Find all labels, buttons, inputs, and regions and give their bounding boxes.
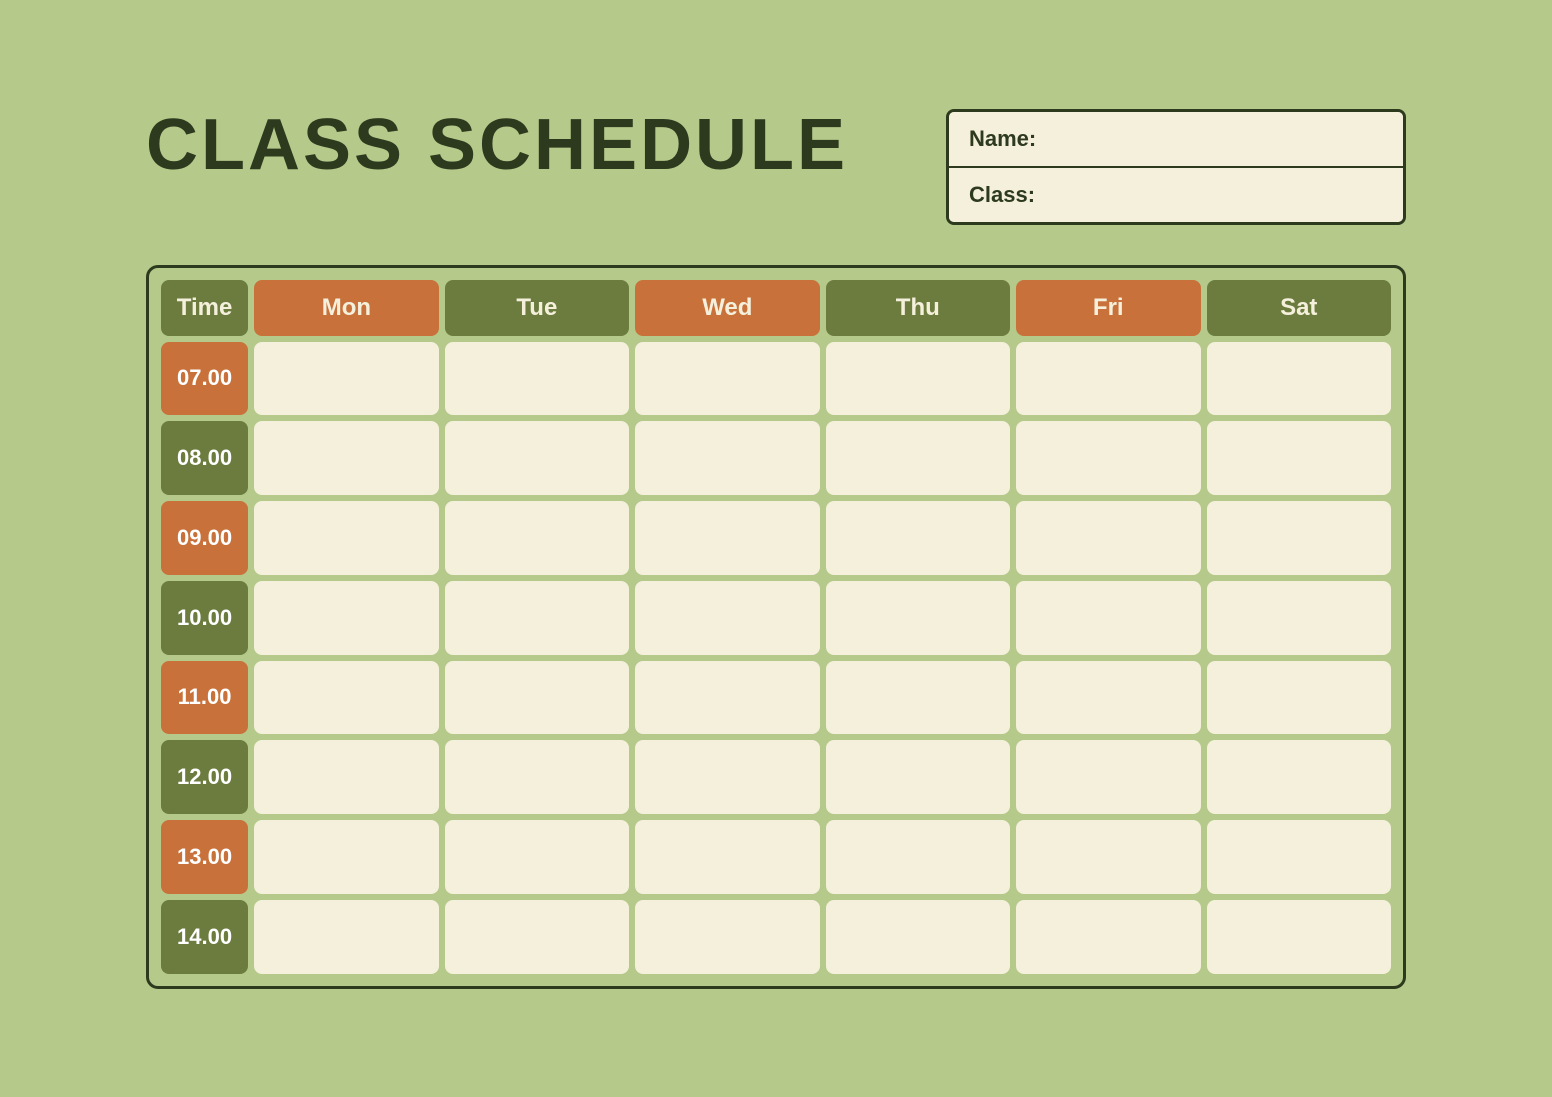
cell-wed-0800[interactable] (635, 421, 819, 495)
cell-tue-0900[interactable] (445, 501, 629, 575)
header-row: Time Mon Tue Wed Thu Fri Sat (161, 280, 1391, 336)
cell-thu-0700[interactable] (826, 342, 1010, 416)
table-row: 12.00 (161, 740, 1391, 814)
cell-sat-1400[interactable] (1207, 900, 1392, 974)
cell-tue-1400[interactable] (445, 900, 629, 974)
table-row: 07.00 (161, 342, 1391, 416)
time-1300: 13.00 (161, 820, 248, 894)
cell-wed-1000[interactable] (635, 581, 819, 655)
table-row: 14.00 (161, 900, 1391, 974)
cell-wed-1100[interactable] (635, 661, 819, 735)
cell-fri-1100[interactable] (1016, 661, 1200, 735)
col-fri: Fri (1016, 280, 1200, 336)
cell-sat-0900[interactable] (1207, 501, 1392, 575)
cell-fri-1200[interactable] (1016, 740, 1200, 814)
time-1100: 11.00 (161, 661, 248, 735)
cell-fri-1400[interactable] (1016, 900, 1200, 974)
time-1400: 14.00 (161, 900, 248, 974)
cell-fri-1300[interactable] (1016, 820, 1200, 894)
table-row: 10.00 (161, 581, 1391, 655)
schedule-container: Time Mon Tue Wed Thu Fri Sat 07.00 (146, 265, 1406, 989)
col-wed: Wed (635, 280, 819, 336)
cell-tue-1000[interactable] (445, 581, 629, 655)
cell-fri-0800[interactable] (1016, 421, 1200, 495)
time-0800: 08.00 (161, 421, 248, 495)
page: CLASS SCHEDULE Name: Class: Time Mon Tue… (86, 69, 1466, 1029)
cell-wed-0700[interactable] (635, 342, 819, 416)
table-row: 09.00 (161, 501, 1391, 575)
info-box: Name: Class: (946, 109, 1406, 225)
cell-tue-1100[interactable] (445, 661, 629, 735)
cell-mon-1100[interactable] (254, 661, 438, 735)
cell-thu-1300[interactable] (826, 820, 1010, 894)
header: CLASS SCHEDULE Name: Class: (146, 109, 1406, 225)
time-0700: 07.00 (161, 342, 248, 416)
col-tue: Tue (445, 280, 629, 336)
table-row: 13.00 (161, 820, 1391, 894)
time-1200: 12.00 (161, 740, 248, 814)
cell-thu-1400[interactable] (826, 900, 1010, 974)
cell-fri-0700[interactable] (1016, 342, 1200, 416)
cell-thu-1100[interactable] (826, 661, 1010, 735)
cell-sat-1000[interactable] (1207, 581, 1392, 655)
cell-sat-1300[interactable] (1207, 820, 1392, 894)
time-0900: 09.00 (161, 501, 248, 575)
cell-tue-0700[interactable] (445, 342, 629, 416)
cell-wed-1200[interactable] (635, 740, 819, 814)
cell-mon-1300[interactable] (254, 820, 438, 894)
cell-mon-1400[interactable] (254, 900, 438, 974)
class-label[interactable]: Class: (949, 168, 1403, 222)
cell-thu-0900[interactable] (826, 501, 1010, 575)
name-label[interactable]: Name: (949, 112, 1403, 168)
cell-mon-0800[interactable] (254, 421, 438, 495)
time-1000: 10.00 (161, 581, 248, 655)
col-thu: Thu (826, 280, 1010, 336)
cell-fri-0900[interactable] (1016, 501, 1200, 575)
cell-thu-0800[interactable] (826, 421, 1010, 495)
cell-sat-0800[interactable] (1207, 421, 1392, 495)
cell-sat-1100[interactable] (1207, 661, 1392, 735)
cell-mon-1000[interactable] (254, 581, 438, 655)
cell-wed-1400[interactable] (635, 900, 819, 974)
cell-mon-0900[interactable] (254, 501, 438, 575)
cell-sat-0700[interactable] (1207, 342, 1392, 416)
col-sat: Sat (1207, 280, 1392, 336)
table-row: 11.00 (161, 661, 1391, 735)
col-time: Time (161, 280, 248, 336)
cell-thu-1000[interactable] (826, 581, 1010, 655)
cell-wed-1300[interactable] (635, 820, 819, 894)
cell-mon-1200[interactable] (254, 740, 438, 814)
cell-tue-0800[interactable] (445, 421, 629, 495)
cell-wed-0900[interactable] (635, 501, 819, 575)
cell-mon-0700[interactable] (254, 342, 438, 416)
table-row: 08.00 (161, 421, 1391, 495)
col-mon: Mon (254, 280, 438, 336)
cell-tue-1300[interactable] (445, 820, 629, 894)
cell-fri-1000[interactable] (1016, 581, 1200, 655)
page-title: CLASS SCHEDULE (146, 109, 848, 181)
cell-sat-1200[interactable] (1207, 740, 1392, 814)
cell-thu-1200[interactable] (826, 740, 1010, 814)
cell-tue-1200[interactable] (445, 740, 629, 814)
schedule-table: Time Mon Tue Wed Thu Fri Sat 07.00 (149, 268, 1403, 986)
